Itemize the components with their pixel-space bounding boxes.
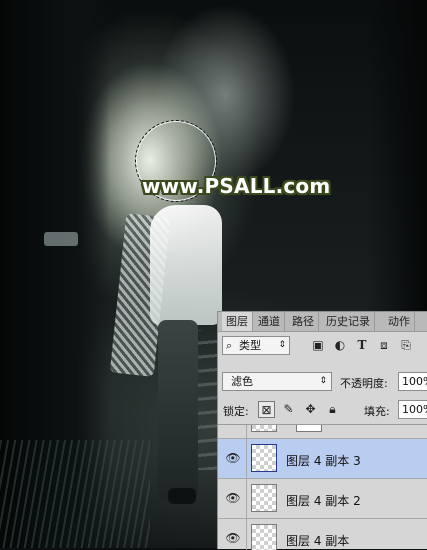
opacity-input[interactable]: 100% — [398, 372, 427, 391]
layer-thumbnail — [251, 444, 277, 472]
fill-label: 填充: — [364, 405, 390, 418]
tab-history[interactable]: 历史记录 — [322, 312, 375, 331]
filter-kind-select[interactable]: ⌕ 类型 ⇕ — [222, 336, 290, 355]
tab-paths[interactable]: 路径 — [288, 312, 319, 331]
chevron-updown-icon: ⇕ — [319, 376, 327, 386]
panel-tab-bar: 图层 通道 路径 历史记录 动作 — [218, 312, 427, 332]
background-light — [44, 232, 78, 246]
grass-foreground — [0, 440, 150, 548]
shape-filter-icon[interactable]: ⧈ — [376, 337, 392, 353]
layer-thumbnail — [251, 484, 277, 512]
smart-object-filter-icon[interactable]: ⎘ — [398, 337, 414, 353]
layer-row-copy[interactable]: 👁︎ 图层 4 副本 — [218, 519, 427, 550]
eye-icon[interactable]: 👁︎ — [224, 452, 242, 464]
tab-actions[interactable]: 动作 — [384, 312, 415, 331]
blend-mode-select[interactable]: 滤色 ⇕ — [222, 372, 332, 391]
layer-thumbnail — [251, 425, 277, 432]
adjustment-filter-icon[interactable]: ◐ — [332, 337, 348, 353]
layer-thumbnail — [251, 524, 277, 550]
chevron-updown-icon: ⇕ — [278, 340, 286, 350]
fill-input[interactable]: 100% — [398, 400, 427, 419]
lock-row: 锁定: ⊠ ✎ ✥ 🔒︎ 填充: 100% — [218, 398, 427, 422]
layer-row-partial[interactable]: ⛓ — [218, 425, 427, 439]
layer-row-copy-2[interactable]: 👁︎ 图层 4 副本 2 — [218, 479, 427, 519]
blend-row: 滤色 ⇕ 不透明度: 100% — [218, 370, 427, 394]
layer-list: ⛓ 👁︎ 图层 4 副本 3 👁︎ 图层 4 副本 2 👁︎ 图层 4 副本 — [218, 424, 427, 550]
layer-name: 图层 4 副本 2 — [286, 494, 361, 508]
watermark-logo: www.PSALL.com — [142, 174, 331, 198]
eye-icon[interactable]: 👁︎ — [224, 492, 242, 504]
person-shoe — [168, 488, 196, 504]
lock-position-icon[interactable]: ✥ — [302, 401, 319, 418]
layer-name: 图层 4 副本 3 — [286, 454, 361, 468]
layer-mask-thumbnail — [296, 425, 322, 432]
type-filter-icon[interactable]: T — [354, 337, 370, 353]
layer-name: 图层 4 副本 — [286, 534, 350, 548]
layer-filter-row: ⌕ 类型 ⇕ ▣ ◐ T ⧈ ⎘ — [218, 334, 427, 358]
blend-mode-value: 滤色 — [231, 375, 253, 388]
filter-kind-label: 类型 — [239, 339, 261, 352]
person-white-shirt — [150, 205, 222, 325]
lock-label: 锁定: — [223, 405, 249, 418]
image-filter-icon[interactable]: ▣ — [310, 337, 326, 353]
lock-transparent-pixels-icon[interactable]: ⊠ — [258, 401, 275, 418]
opacity-label: 不透明度: — [340, 377, 388, 390]
layers-panel: 图层 通道 路径 历史记录 动作 ⌕ 类型 ⇕ ▣ ◐ T ⧈ ⎘ 滤色 ⇕ 不… — [217, 311, 427, 550]
tab-layers[interactable]: 图层 — [222, 312, 253, 331]
lock-image-pixels-icon[interactable]: ✎ — [280, 401, 297, 418]
search-icon: ⌕ — [226, 339, 233, 352]
eye-icon[interactable]: 👁︎ — [224, 532, 242, 544]
tab-channels[interactable]: 通道 — [254, 312, 285, 331]
lock-all-icon[interactable]: 🔒︎ — [324, 401, 341, 418]
person-legs — [158, 320, 198, 500]
dark-trees-right — [367, 0, 427, 320]
layer-row-copy-3[interactable]: 👁︎ 图层 4 副本 3 — [218, 439, 427, 479]
